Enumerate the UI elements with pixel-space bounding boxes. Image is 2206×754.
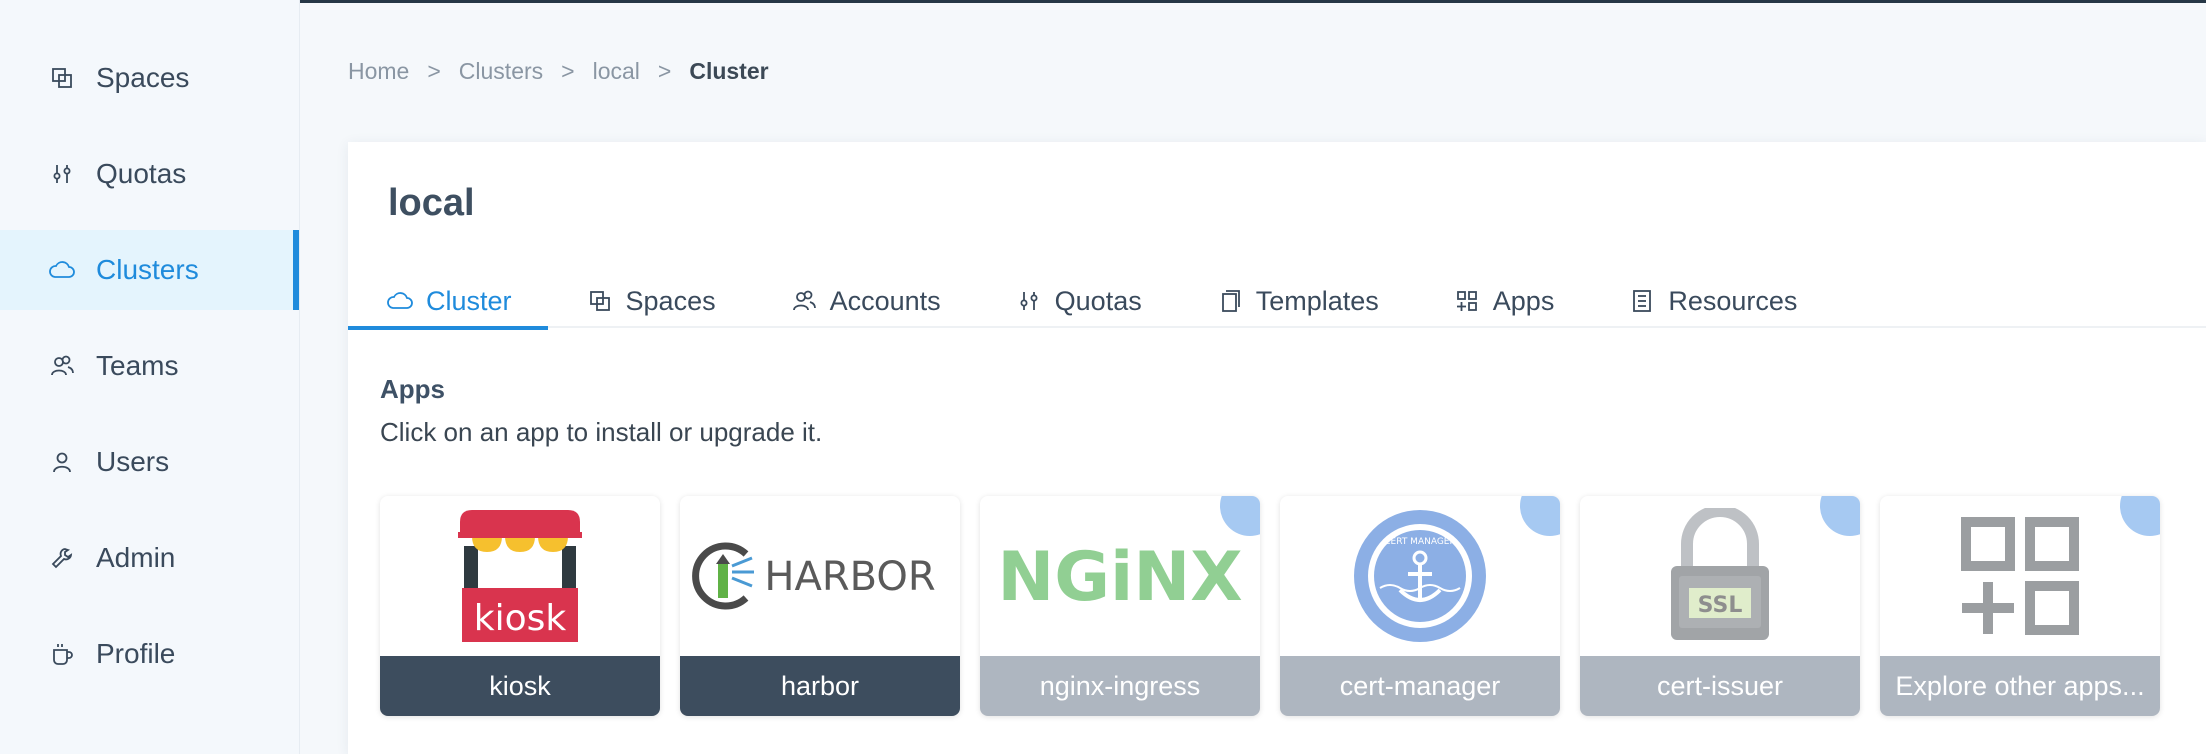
breadcrumb-separator: > [561,58,575,84]
templates-icon [1216,287,1244,315]
sidebar-item-teams[interactable]: Teams [0,326,299,406]
tab-accounts[interactable]: Accounts [752,274,977,328]
breadcrumb-local[interactable]: local [593,58,640,85]
sidebar-item-label: Users [96,446,170,477]
apps-grid-icon [1880,496,2160,656]
svg-text:kiosk: kiosk [474,598,567,639]
tab-templates[interactable]: Templates [1178,274,1415,328]
app-label: cert-manager [1280,656,1560,716]
section-description: Click on an app to install or upgrade it… [380,417,823,447]
mug-icon [48,640,76,668]
cluster-card: local Cluster Spaces Accounts Quotas Tem… [348,142,2206,754]
tab-spaces[interactable]: Spaces [548,274,752,328]
user-icon [48,448,76,476]
cloud-icon [386,287,414,315]
sidebar-item-label: Profile [96,638,176,669]
tab-quotas[interactable]: Quotas [977,274,1178,328]
sidebar-item-profile[interactable]: Profile [0,614,299,694]
app-label: kiosk [380,656,660,716]
spaces-icon [48,64,76,92]
tab-apps[interactable]: Apps [1415,274,1591,328]
breadcrumb-separator: > [657,58,672,84]
tab-label: Spaces [625,285,716,316]
breadcrumb-home[interactable]: Home [348,58,409,85]
svg-text:CERT MANAGER: CERT MANAGER [1384,537,1456,547]
tab-label: Cluster [426,285,512,316]
tab-label: Accounts [829,285,941,316]
app-label: nginx-ingress [980,656,1260,716]
tab-resources[interactable]: Resources [1590,274,1833,328]
breadcrumb-clusters[interactable]: Clusters [459,58,543,85]
nginx-logo: NGiNX [980,496,1260,656]
app-label: harbor [680,656,960,716]
svg-text:NGiNX: NGiNX [997,538,1242,616]
app-label: cert-issuer [1580,656,1860,716]
app-card-cert-manager[interactable]: CERT MANAGER cert-manager [1280,496,1560,716]
sidebar-item-label: Quotas [96,158,187,189]
top-border [0,0,2206,3]
cert-manager-logo: CERT MANAGER [1280,496,1560,656]
sidebar-item-admin[interactable]: Admin [0,518,299,598]
breadcrumb-current: Cluster [689,58,769,84]
spaces-icon [586,287,614,315]
wrench-icon [48,544,76,572]
tab-cluster[interactable]: Cluster [348,274,548,330]
sidebar-item-label: Clusters [96,254,199,285]
app-card-kiosk[interactable]: kiosk kiosk [380,496,660,716]
app-grid: kiosk kiosk HARBOR harbor NGiNX nginx-in… [380,496,2160,716]
page-title: local [388,182,475,224]
section-title: Apps [380,374,445,404]
apps-icon [1453,287,1481,315]
svg-text:HARBOR: HARBOR [764,554,935,600]
sidebar: Spaces Quotas Clusters Teams Users Admin [0,0,300,754]
app-label: Explore other apps... [1880,656,2160,716]
app-card-cert-issuer[interactable]: SSL cert-issuer [1580,496,1860,716]
sidebar-item-clusters[interactable]: Clusters [0,230,299,310]
tab-label: Templates [1255,285,1379,316]
tab-label: Quotas [1054,285,1142,316]
sidebar-item-label: Spaces [96,62,190,93]
sliders-icon [48,160,76,188]
breadcrumb-separator: > [427,58,441,84]
app-card-explore[interactable]: Explore other apps... [1880,496,2160,716]
resources-icon [1628,287,1656,315]
sidebar-item-spaces[interactable]: Spaces [0,38,299,118]
accounts-icon [790,287,818,315]
breadcrumb: Home > Clusters > local > Cluster [348,58,769,85]
app-card-harbor[interactable]: HARBOR harbor [680,496,960,716]
sidebar-item-users[interactable]: Users [0,422,299,502]
svg-text:SSL: SSL [1698,593,1743,618]
app-card-nginx-ingress[interactable]: NGiNX nginx-ingress [980,496,1260,716]
sliders-icon [1015,287,1043,315]
kiosk-logo: kiosk [380,496,660,656]
ssl-lock-logo: SSL [1580,496,1860,656]
tab-bar: Cluster Spaces Accounts Quotas Templates [348,274,2206,330]
harbor-logo: HARBOR [680,496,960,656]
cloud-icon [48,256,76,284]
team-icon [48,352,76,380]
sidebar-item-label: Teams [96,350,179,381]
sidebar-item-quotas[interactable]: Quotas [0,134,299,214]
sidebar-item-label: Admin [96,542,176,573]
tab-label: Apps [1492,285,1555,316]
tab-label: Resources [1668,285,1798,316]
